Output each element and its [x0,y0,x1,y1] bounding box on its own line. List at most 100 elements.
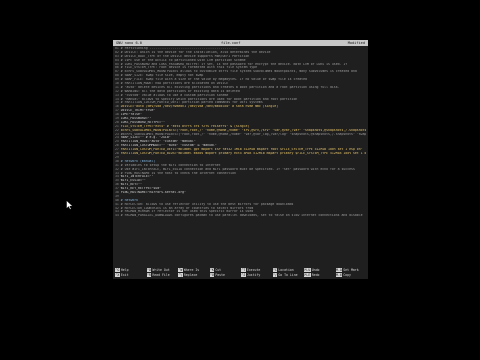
shortcut-key: ^X [115,272,120,277]
line-text: FILE_SYSTEM_TYPE="ext4" # "ext4 btrfs xf… [120,124,250,128]
shortcut-item: M-E Redo [304,272,329,278]
line-number: 04 [115,58,119,62]
line-number: 20 [115,120,119,124]
line-number: 31 [115,163,119,167]
line-number: 13 [115,93,119,97]
shortcut-label: Cut [215,268,222,272]
file-name: file.conf [221,41,241,45]
shortcut-row-2: ^X Exit ^R Read File ^\ Replace ^U Paste ^J Justi… [115,272,366,278]
line-number: 23 [115,132,119,136]
line-number: 36 [115,183,119,187]
shortcut-item: M-6 Copy [335,272,361,278]
line-number: 25 [115,140,119,144]
shortcut-key: M-E [304,272,311,277]
line-number: 19 [115,117,119,121]
shortcut-label: Paste [215,272,225,277]
line-text: PING_HOSTNAME="mirrors.kernel.org" [120,190,187,194]
line-text: # PACMAN_PARALLEL_DOWNLOADS configures p… [120,214,363,218]
shortcut-key: ^/ [272,272,278,277]
line-number: 38 [115,190,119,194]
shortcut-label: Set Mark [343,268,359,272]
modified-status: Modified [347,41,365,45]
line-number: 35 [115,179,119,183]
line-number: 28 [115,152,119,156]
line-text: # PACMAN_MIRROR if reflector is not used… [120,210,254,214]
editor-text-area[interactable]: 01 # Partitioning ......................… [115,47,366,270]
shortcut-label: Copy [343,272,351,277]
line-text: WIFI_ESSID="" [120,179,146,183]
shortcut-label: Where Is [183,268,200,272]
shortcut-key: ^W [178,268,183,272]
shortcut-label: Execute [246,268,261,272]
line-text: LUKS_PASSWORD="" [120,117,152,121]
line-number: 40 [115,198,119,202]
shortcut-label: Location [278,268,294,272]
line-text: # PARTITION_MODE: how partitions are all… [120,82,229,86]
line-text: # LUKS_PASSWORD and LUKS_PASSWORD_RETYPE… [120,62,348,66]
line-number: 41 [115,202,119,206]
line-text: PARTITION_CUSTOMMODE="" "auto" "custom" … [120,144,217,148]
line-text: WIFI_KEY="" [120,183,142,187]
line-number: 05 [115,62,119,66]
line-number: 21 [115,124,119,128]
shortcut-key: ^J [241,272,246,277]
line-text: # Partitioning .........................… [120,47,238,50]
line-text: # PING_HOSTNAME is the host to check the… [120,171,236,175]
shortcut-key: ^R [146,272,152,277]
line-text: # FILE_SYSTEM_TYPE: root device is forma… [120,66,258,70]
line-number: 14 [115,97,119,101]
line-text: # WARNING! all the data partitions or ex… [120,89,240,93]
line-text: # network [120,198,139,202]
line-number: 39 [115,194,119,198]
editor-version: GNU nano 6.0 [116,41,142,45]
line-number: 07 [115,70,119,74]
line-number: 44 [115,214,119,218]
line-text: # "auto" delete devices all existing par… [120,85,340,89]
line-text: BTRFS_SUBVOLUMES_MOUNTPOINTS=("root,root… [120,128,366,132]
line-text: # Variables to setup the WIFI connection… [120,163,221,167]
line-number: 32 [115,167,119,171]
shortcut-item: ^/Go To Line [272,272,298,278]
line-number: 18 [115,113,119,117]
shortcut-item: ^X Exit [115,272,140,278]
line-text: # "manual" allows to specify which parti… [120,97,298,101]
shortcut-label: Redo [311,272,320,277]
line-text: # "custom" value allows to use a custom … [120,93,229,97]
line-number: 33 [115,171,119,175]
line-text: # BTRFS_SUBVOLUMES_MOUNTPOINTS allows to… [120,70,357,74]
line-text: # PARTITION_CUSTOM_PARTED_UEFI: partitio… [120,101,263,105]
line-text: SWAP_SIZE="" # e.g. "2GiB" [120,136,171,140]
shortcut-label: Undo [311,268,320,272]
editor-line[interactable]: 44 # PACMAN_PARALLEL_DOWNLOADS configure… [115,214,366,218]
editor-line[interactable]: 28 PARTITION_CUSTOM_PARTED_BIOS="mklabel… [115,152,366,156]
line-text: LUKS_PASSWORD_RETYPE="" [120,120,165,124]
line-text: # REFLECTOR: allows to use reflector uti… [120,202,294,206]
line-number: 22 [115,128,119,132]
line-number: 27 [115,148,119,152]
shortcut-key: ^C [272,268,278,272]
line-text: PARTITION_CUSTOM_PARTED_BIOS="mklabel ms… [120,152,366,156]
line-text: WIFI_KEY_RETYPE="sud" [120,187,162,191]
terminal-window[interactable]: GNU nano 6.0 file.conf Modified 01 # Par… [113,40,368,279]
line-number: 10 [115,82,119,86]
shortcut-item: ^\ Replace [178,272,203,278]
shortcut-key: ^U [209,272,215,277]
shortcut-key: ^K [209,268,215,272]
line-number: 15 [115,101,119,105]
line-text: #BTRFS_SUBVOLUMES_MOUNTPOINTS=("root,roo… [120,132,366,136]
line-number: 06 [115,66,119,70]
line-text: # DEVICE: which is the device for the in… [120,50,271,54]
line-text: DEVICE="auto /dev/sda /dev/nvme0n1 /dev/… [120,105,279,109]
line-number: 29 [115,155,119,159]
shortcut-item: ^U Paste [209,272,235,278]
shortcut-label: Justify [246,272,261,277]
line-text: WIFI_INTERFACE="" [120,175,154,179]
line-number: 34 [115,175,119,179]
line-text: PARTITION_MODE="auto" "custom" "manual" [120,140,196,144]
shortcut-key: ^G [115,268,120,272]
line-text: # LVM: use of the DEVICE to partitioned … [120,58,246,62]
line-text: LVM="false" [120,113,142,117]
shortcut-item: ^R Read File [146,272,172,278]
line-number: 37 [115,187,119,191]
line-number: 11 [115,85,119,89]
